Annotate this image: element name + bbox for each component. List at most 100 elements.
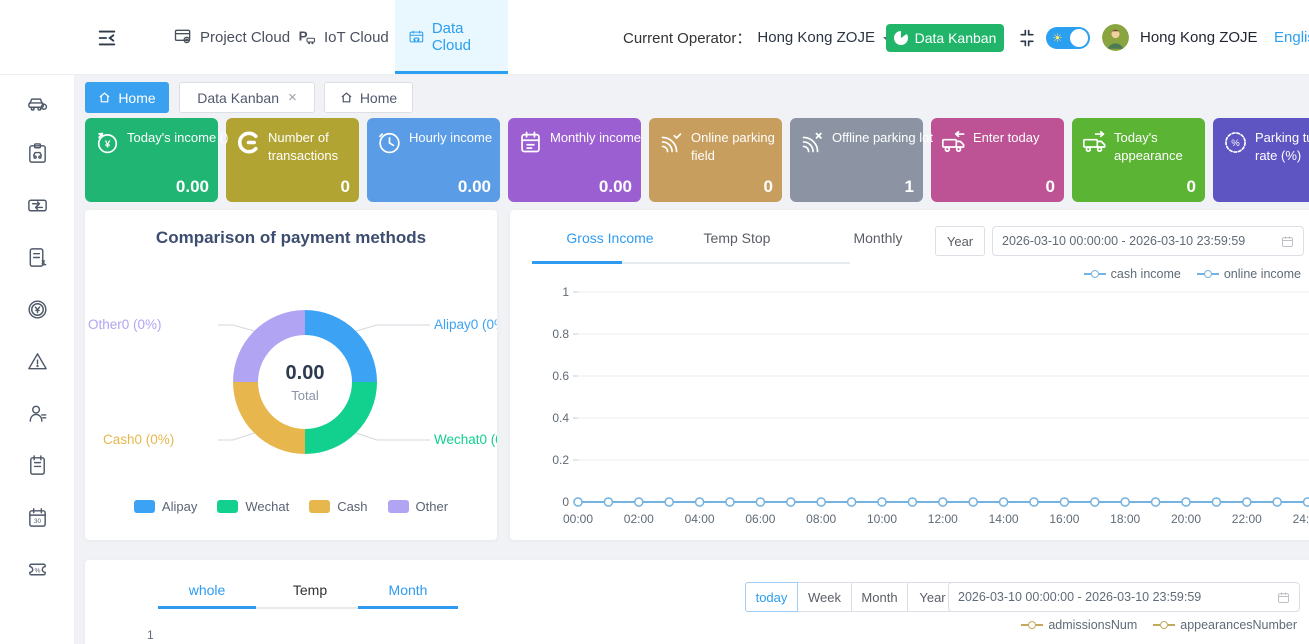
tab-home[interactable]: Home — [324, 82, 413, 113]
legend-label: cash income — [1111, 267, 1181, 281]
coin-icon[interactable] — [26, 298, 49, 321]
project-cloud-icon — [173, 27, 193, 47]
legend-item-wechat[interactable]: Wechat — [217, 499, 289, 514]
legend-item-appearances[interactable]: appearancesNumber — [1153, 618, 1297, 632]
tab-month[interactable]: Month — [358, 582, 458, 598]
active-nav-underline — [395, 71, 508, 74]
svg-text:¥: ¥ — [105, 140, 111, 151]
legend-item-admissions[interactable]: admissionsNum — [1021, 618, 1137, 632]
legend-item-alipay[interactable]: Alipay — [134, 499, 197, 514]
svg-text:0.8: 0.8 — [552, 327, 569, 341]
range-button-month[interactable]: Month — [851, 582, 908, 612]
username-text[interactable]: Hong Kong ZOJE — [1140, 0, 1258, 75]
billing-doc-icon[interactable] — [26, 246, 49, 269]
close-icon[interactable]: × — [288, 89, 297, 106]
tab-label: Home — [360, 90, 397, 106]
income-chart-legend: cash income online income — [1084, 267, 1301, 281]
income-date-range-input[interactable]: 2026-03-10 00:00:00 - 2026-03-10 23:59:5… — [992, 226, 1304, 256]
tab-track-active — [158, 606, 256, 609]
range-button-today[interactable]: today — [745, 582, 798, 612]
legend-item-other[interactable]: Other — [388, 499, 449, 514]
legend-label: online income — [1224, 267, 1301, 281]
line-marker-icon — [1084, 270, 1106, 278]
range-button-week[interactable]: Week — [797, 582, 852, 612]
transactions-icon — [235, 129, 262, 156]
legend-label: Cash — [337, 499, 367, 514]
svg-text:04:00: 04:00 — [685, 512, 715, 526]
tab-whole[interactable]: whole — [157, 582, 257, 598]
line-marker-icon — [1021, 621, 1043, 629]
clock-icon — [376, 129, 403, 156]
left-sidebar: 30 % — [0, 70, 75, 644]
stat-card-label: Offline parking lot — [832, 129, 933, 147]
svg-text:0.2: 0.2 — [552, 453, 569, 467]
tab-data-kanban[interactable]: Data Kanban × — [179, 82, 315, 113]
current-operator-dropdown[interactable]: Current Operator： Hong Kong ZOJE — [623, 0, 893, 75]
line-marker-icon — [1153, 621, 1175, 629]
vehicle-icon[interactable] — [26, 90, 49, 113]
nav-item-data-cloud[interactable]: Data Cloud — [395, 0, 508, 74]
tab-temp[interactable]: Temp — [260, 582, 360, 598]
nav-item-project-cloud[interactable]: Project Cloud — [160, 0, 303, 74]
nav-item-iot-cloud[interactable]: P IoT Cloud — [284, 0, 402, 74]
member-icon[interactable] — [26, 402, 49, 425]
data-kanban-button[interactable]: Data Kanban — [886, 24, 1004, 52]
tab-track-active — [532, 261, 622, 264]
range-button-year[interactable]: Year — [935, 226, 985, 256]
range-button-group: today Week Month Year — [745, 582, 958, 612]
legend-label: appearancesNumber — [1180, 618, 1297, 632]
tab-monthly[interactable]: Monthly — [823, 230, 933, 246]
date-range-value: 2026-03-10 00:00:00 - 2026-03-10 23:59:5… — [958, 590, 1201, 604]
stat-card-transactions: Number of transactions 0 — [226, 118, 359, 202]
stat-card-value: 0 — [764, 177, 773, 197]
svg-text:18:00: 18:00 — [1110, 512, 1140, 526]
collapse-menu-icon[interactable] — [96, 27, 118, 49]
tab-home-active[interactable]: Home — [85, 82, 169, 113]
data-cloud-icon — [408, 27, 425, 47]
language-link[interactable]: English — [1274, 0, 1309, 75]
legend-swatch — [388, 500, 409, 513]
svg-text:0.6: 0.6 — [552, 369, 569, 383]
flow-chart-axis-label: 1 — [147, 628, 154, 642]
wifi-x-icon — [799, 129, 826, 156]
calendar-icon — [1281, 235, 1294, 248]
stat-card-online-parking: Online parking field 0 — [649, 118, 782, 202]
stat-card-todays-appearance: Today's appearance 0 — [1072, 118, 1205, 202]
coupon-icon[interactable]: % — [26, 558, 49, 581]
stat-card-label: Parking turnover rate (%) — [1255, 129, 1309, 164]
notebook-icon[interactable] — [26, 454, 49, 477]
income-line-chart: 10.80.60.40.2000:0002:0004:0006:0008:001… — [510, 285, 1309, 540]
svg-text:%: % — [34, 567, 40, 574]
svg-text:08:00: 08:00 — [806, 512, 836, 526]
tab-gross-income[interactable]: Gross Income — [555, 230, 665, 246]
svg-text:0: 0 — [562, 495, 569, 509]
legend-label: Alipay — [162, 499, 197, 514]
stat-card-value: 1 — [905, 177, 914, 197]
legend-item-online-income[interactable]: online income — [1197, 267, 1301, 281]
legend-item-cash-income[interactable]: cash income — [1084, 267, 1181, 281]
legend-item-cash[interactable]: Cash — [309, 499, 367, 514]
legend-label: Wechat — [245, 499, 289, 514]
iot-cloud-icon: P — [297, 27, 317, 47]
parking-record-icon[interactable] — [26, 142, 49, 165]
date-range-value: 2026-03-10 00:00:00 - 2026-03-10 23:59:5… — [1002, 234, 1245, 248]
home-icon — [340, 91, 353, 104]
theme-toggle[interactable] — [1046, 27, 1090, 49]
top-navbar: Project Cloud P IoT Cloud Data Cloud Cur… — [0, 0, 1309, 75]
alert-triangle-icon[interactable] — [26, 350, 49, 373]
exit-fullscreen-icon[interactable] — [1017, 28, 1037, 48]
passage-icon[interactable] — [26, 194, 49, 217]
calendar-icon — [1277, 591, 1290, 604]
tab-temp-stop[interactable]: Temp Stop — [682, 230, 792, 246]
payment-methods-panel: Comparison of payment methods 0.00 Total… — [85, 210, 497, 540]
stat-card-label: Today's appearance — [1114, 129, 1183, 164]
stat-card-value: 0.00 — [599, 177, 632, 197]
user-avatar[interactable] — [1102, 24, 1129, 51]
operator-value: Hong Kong ZOJE — [757, 29, 875, 46]
svg-text:02:00: 02:00 — [624, 512, 654, 526]
calendar-30-icon[interactable]: 30 — [26, 506, 49, 529]
donut-total-value: 0.00 — [286, 362, 325, 385]
legend-label: Other — [416, 499, 449, 514]
flow-date-range-input[interactable]: 2026-03-10 00:00:00 - 2026-03-10 23:59:5… — [948, 582, 1300, 612]
calendar-month-icon — [517, 129, 544, 156]
